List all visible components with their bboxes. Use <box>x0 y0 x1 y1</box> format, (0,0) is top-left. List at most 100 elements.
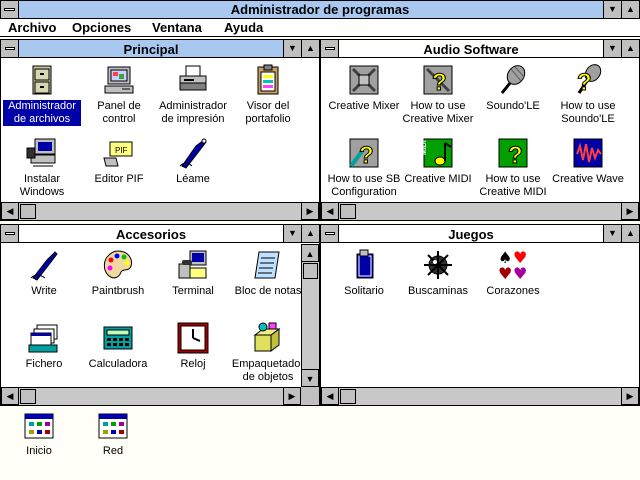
program-label: Creative Wave <box>552 173 624 185</box>
scroll-left-button[interactable]: ◀ <box>1 203 19 220</box>
scroll-left-button[interactable]: ◀ <box>321 388 339 405</box>
triangle-down-icon: ▼ <box>608 43 617 53</box>
program-item[interactable]: Buscaminas <box>399 248 477 298</box>
window-system-menu-button[interactable] <box>321 225 339 242</box>
app-maximize-button[interactable]: ▲ <box>621 1 639 18</box>
scroll-left-button[interactable]: ◀ <box>1 388 19 405</box>
menu-ayuda[interactable]: Ayuda <box>224 20 263 35</box>
program-item[interactable]: Empaquetador de objetos <box>229 321 301 384</box>
group-window-accesorios[interactable]: Accesorios ▼ ▲ Write Paintbrush Terminal… <box>0 224 320 406</box>
program-item[interactable]: Fichero <box>5 321 83 371</box>
program-item[interactable]: ? How to use Creative MIDI <box>474 136 552 199</box>
app-title-bar[interactable]: Administrador de programas ▼ ▲ <box>0 0 640 19</box>
horizontal-scrollbar[interactable]: ◀ ▶ <box>321 387 639 405</box>
arrow-left-icon: ◀ <box>6 391 14 401</box>
scroll-right-button[interactable]: ▶ <box>283 388 301 405</box>
pif-editor-icon: PIF <box>103 141 133 167</box>
window-maximize-button[interactable]: ▲ <box>301 225 319 242</box>
arrow-right-icon: ▶ <box>626 391 634 401</box>
scroll-thumb[interactable] <box>20 389 36 404</box>
window-minimize-button[interactable]: ▼ <box>603 40 621 57</box>
scroll-right-button[interactable]: ▶ <box>301 203 319 220</box>
program-label: Creative MIDI <box>404 173 472 185</box>
window-minimize-button[interactable]: ▼ <box>603 225 621 242</box>
program-label: Administrador de impresión <box>159 100 227 125</box>
scroll-thumb[interactable] <box>340 389 356 404</box>
program-item[interactable]: ? How to use Soundo'LE <box>549 63 627 126</box>
program-item[interactable]: PIF Editor PIF <box>80 136 158 186</box>
svg-text:MIDI: MIDI <box>421 140 428 155</box>
window-minimize-button[interactable]: ▼ <box>283 40 301 57</box>
scroll-thumb[interactable] <box>303 263 318 279</box>
triangle-down-icon: ▼ <box>608 228 617 238</box>
minimized-group-red[interactable]: Red <box>83 410 143 457</box>
cardfile-icon <box>28 324 58 353</box>
program-item[interactable]: Paintbrush <box>79 248 157 298</box>
menu-opciones[interactable]: Opciones <box>72 20 131 35</box>
window-title: Audio Software <box>423 42 519 57</box>
minimized-group-inicio[interactable]: Inicio <box>9 410 69 457</box>
window-system-menu-button[interactable] <box>321 40 339 57</box>
window-minimize-button[interactable]: ▼ <box>283 225 301 242</box>
horizontal-scrollbar[interactable]: ◀ ▶ <box>1 202 319 220</box>
program-item[interactable]: MIDI Creative MIDI <box>399 136 477 186</box>
horizontal-scrollbar[interactable]: ◀ ▶ <box>1 387 301 405</box>
horizontal-scrollbar[interactable]: ◀ ▶ <box>321 202 639 220</box>
app-minimize-button[interactable]: ▼ <box>603 1 621 18</box>
window-caption[interactable]: Principal ▼ ▲ <box>1 40 319 58</box>
menu-ventana[interactable]: Ventana <box>152 20 202 35</box>
program-item[interactable]: Visor del portafolio <box>229 63 307 126</box>
program-item[interactable]: Reloj <box>154 321 232 371</box>
program-item[interactable]: Calculadora <box>79 321 157 371</box>
menu-archivo[interactable]: Archivo <box>8 20 56 35</box>
window-system-menu-button[interactable] <box>1 40 19 57</box>
program-item[interactable]: ♠ ♥ ♥ ♥ Corazones <box>474 248 552 298</box>
program-item[interactable]: Soundo'LE <box>474 63 552 113</box>
scroll-thumb[interactable] <box>20 204 36 219</box>
program-item[interactable]: Bloc de notas <box>229 248 301 298</box>
solitaire-card-icon <box>356 249 374 279</box>
window-caption[interactable]: Juegos ▼ ▲ <box>321 225 639 243</box>
program-item[interactable]: Panel de control <box>80 63 158 126</box>
vertical-scrollbar[interactable]: ▲ ▼ <box>301 244 319 405</box>
mdi-workspace: Principal ▼ ▲ Administrador de archivos … <box>0 37 640 480</box>
palette-icon <box>103 250 132 279</box>
scroll-thumb[interactable] <box>340 204 356 219</box>
program-item[interactable]: Terminal <box>154 248 232 298</box>
window-title: Juegos <box>448 227 494 242</box>
group-window-principal[interactable]: Principal ▼ ▲ Administrador de archivos … <box>0 39 320 221</box>
window-maximize-button[interactable]: ▲ <box>621 40 639 57</box>
group-window-audio-software[interactable]: Audio Software ▼ ▲ Creative Mixer ? How … <box>320 39 640 221</box>
scroll-up-button[interactable]: ▲ <box>302 244 319 262</box>
app-system-menu-button[interactable] <box>1 1 19 18</box>
program-item[interactable]: Creative Mixer <box>325 63 403 113</box>
program-label: Panel de control <box>97 100 141 125</box>
scroll-down-button[interactable]: ▼ <box>302 369 319 387</box>
window-caption[interactable]: Accesorios ▼ ▲ <box>1 225 319 243</box>
program-item[interactable]: Administrador de impresión <box>154 63 232 126</box>
window-maximize-button[interactable]: ▲ <box>621 225 639 242</box>
scroll-left-button[interactable]: ◀ <box>321 203 339 220</box>
scroll-right-button[interactable]: ▶ <box>621 203 639 220</box>
program-item[interactable]: Administrador de archivos <box>3 63 81 126</box>
write-pen-icon <box>30 251 58 281</box>
program-label: Paintbrush <box>91 285 145 297</box>
scroll-right-button[interactable]: ▶ <box>621 388 639 405</box>
window-maximize-button[interactable]: ▲ <box>301 40 319 57</box>
program-group-icon <box>24 413 54 439</box>
program-label: Creative Mixer <box>328 100 400 112</box>
midi-icon: MIDI <box>421 138 453 168</box>
program-item[interactable]: Write <box>5 248 83 298</box>
program-item[interactable]: Instalar Windows <box>3 136 81 199</box>
program-item[interactable]: Solitario <box>325 248 403 298</box>
window-system-menu-button[interactable] <box>1 225 19 242</box>
window-caption[interactable]: Audio Software ▼ ▲ <box>321 40 639 58</box>
terminal-icon <box>178 250 207 279</box>
program-item[interactable]: ? How to use SB Configuration <box>325 136 403 199</box>
program-item[interactable]: Léame <box>154 136 232 186</box>
object-packager-icon <box>253 322 281 352</box>
program-item[interactable]: ? How to use Creative Mixer <box>399 63 477 126</box>
group-window-juegos[interactable]: Juegos ▼ ▲ Solitario Buscaminas ♠ ♥ ♥ ♥ Cor… <box>320 224 640 406</box>
program-item[interactable]: Creative Wave <box>549 136 627 186</box>
arrow-left-icon: ◀ <box>326 391 334 401</box>
